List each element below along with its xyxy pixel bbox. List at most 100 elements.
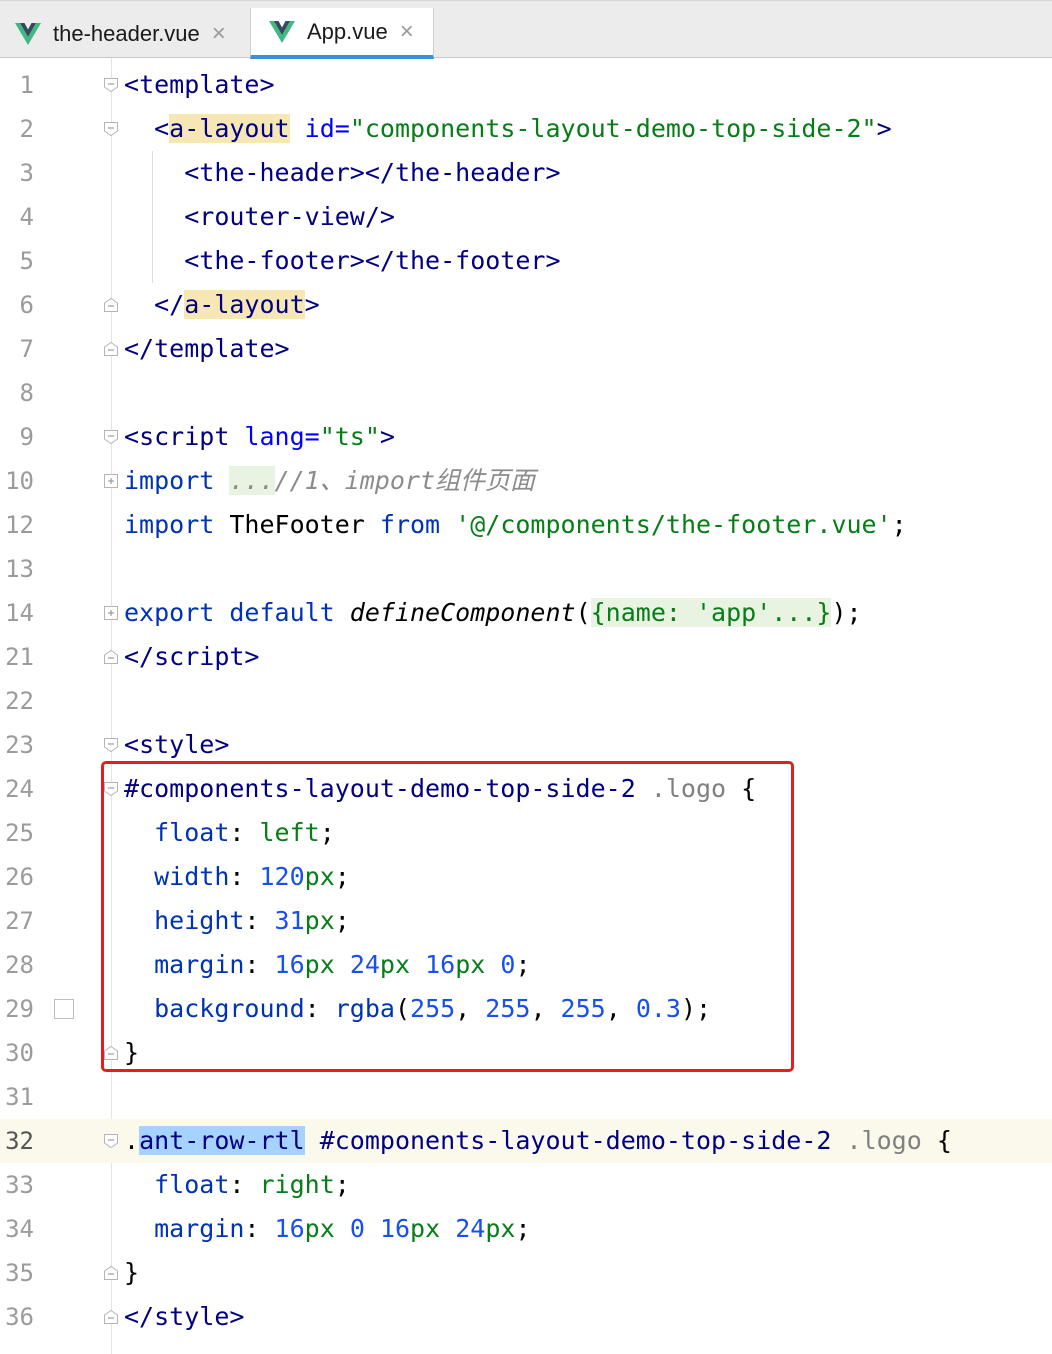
vue-icon xyxy=(15,22,41,45)
line-number: 28 xyxy=(5,951,34,979)
code-line: 31 xyxy=(0,1075,1052,1119)
tab-the-header-vue[interactable]: the-header.vue × xyxy=(0,8,248,59)
fold-open-icon[interactable] xyxy=(103,429,119,445)
indent-guide xyxy=(152,151,153,283)
code-line: 6 </a-layout> xyxy=(0,283,1052,327)
fold-close-icon[interactable] xyxy=(103,1045,119,1061)
code-text: <the-footer></the-footer> xyxy=(184,246,561,275)
code-text: </template> xyxy=(124,334,290,363)
code-line: 24 #components-layout-demo-top-side-2 .l… xyxy=(0,767,1052,811)
close-icon[interactable]: × xyxy=(400,19,414,44)
fold-open-icon[interactable] xyxy=(103,737,119,753)
code-text: float: right; xyxy=(154,1170,350,1199)
fold-expand-icon[interactable] xyxy=(103,605,119,621)
line-number: 14 xyxy=(5,599,34,627)
code-text: export default defineComponent({name: 'a… xyxy=(124,598,862,627)
code-line: 34 margin: 16px 0 16px 24px; xyxy=(0,1207,1052,1251)
code-line: 26 width: 120px; xyxy=(0,855,1052,899)
code-line: 7 </template> xyxy=(0,327,1052,371)
code-text: float: left; xyxy=(154,818,335,847)
line-number: 9 xyxy=(19,423,34,451)
line-number: 4 xyxy=(19,203,34,231)
fold-close-icon[interactable] xyxy=(103,297,119,313)
code-text: <template> xyxy=(124,70,275,99)
code-text: } xyxy=(124,1258,140,1287)
code-text: </script> xyxy=(124,642,260,671)
code-line: 21 </script> xyxy=(0,635,1052,679)
code-line: 12 import TheFooter from '@/components/t… xyxy=(0,503,1052,547)
line-number: 23 xyxy=(5,731,34,759)
code-text: <style> xyxy=(124,730,230,759)
line-number: 27 xyxy=(5,907,34,935)
code-line: 23 <style> xyxy=(0,723,1052,767)
editor-tab-bar: the-header.vue × App.vue × xyxy=(0,0,1052,59)
line-number: 24 xyxy=(5,775,34,803)
line-number: 33 xyxy=(5,1171,34,1199)
code-line: 2 <a-layout id="components-layout-demo-t… xyxy=(0,107,1052,151)
code-line: 27 height: 31px; xyxy=(0,899,1052,943)
tab-label: the-header.vue xyxy=(53,20,200,46)
close-icon[interactable]: × xyxy=(212,21,226,46)
code-text: margin: 16px 24px 16px 0; xyxy=(154,950,531,979)
code-text: </style> xyxy=(124,1302,245,1331)
line-number: 22 xyxy=(5,687,34,715)
code-line: 9 <script lang="ts"> xyxy=(0,415,1052,459)
current-code-line: 32 .ant-row-rtl #components-layout-demo-… xyxy=(0,1119,1052,1163)
code-text: <the-header></the-header> xyxy=(184,158,561,187)
fold-open-icon[interactable] xyxy=(103,1133,119,1149)
line-number: 30 xyxy=(5,1039,34,1067)
code-editor[interactable]: 1 <template> 2 <a-layout id="components-… xyxy=(0,58,1052,1354)
code-text: import ...//1、import组件页面 xyxy=(124,466,535,495)
code-line: 28 margin: 16px 24px 16px 0; xyxy=(0,943,1052,987)
folded-imports[interactable]: ... xyxy=(229,466,275,495)
code-text: } xyxy=(124,1038,140,1067)
folded-component-body[interactable]: {name: 'app'...} xyxy=(590,598,832,627)
code-text: </a-layout> xyxy=(154,290,320,319)
code-line: 1 <template> xyxy=(0,63,1052,107)
tab-label: App.vue xyxy=(307,18,388,44)
code-text: width: 120px; xyxy=(154,862,350,891)
line-number: 6 xyxy=(19,291,34,319)
line-number: 1 xyxy=(19,71,34,99)
line-number: 10 xyxy=(5,467,34,495)
code-line: 36 </style> xyxy=(0,1295,1052,1339)
fold-close-icon[interactable] xyxy=(103,1309,119,1325)
fold-expand-icon[interactable] xyxy=(103,473,119,489)
code-text: <router-view/> xyxy=(184,202,395,231)
line-number: 8 xyxy=(19,379,34,407)
line-number: 25 xyxy=(5,819,34,847)
line-number: 26 xyxy=(5,863,34,891)
line-number: 3 xyxy=(19,159,34,187)
code-line: 25 float: left; xyxy=(0,811,1052,855)
line-number: 36 xyxy=(5,1303,34,1331)
line-number: 34 xyxy=(5,1215,34,1243)
code-line: 3 <the-header></the-header> xyxy=(0,151,1052,195)
code-line: 8 xyxy=(0,371,1052,415)
code-line: 14 export default defineComponent({name:… xyxy=(0,591,1052,635)
vue-icon xyxy=(269,20,295,43)
tab-app-vue[interactable]: App.vue × xyxy=(250,8,434,59)
fold-open-icon[interactable] xyxy=(103,77,119,93)
code-line: 29 background: rgba(255, 255, 255, 0.3); xyxy=(0,987,1052,1031)
line-number: 35 xyxy=(5,1259,34,1287)
line-number: 32 xyxy=(5,1127,34,1155)
code-text: import TheFooter from '@/components/the-… xyxy=(124,510,907,539)
code-text: .ant-row-rtl #components-layout-demo-top… xyxy=(124,1126,952,1155)
line-number: 12 xyxy=(5,511,34,539)
code-line: 35 } xyxy=(0,1251,1052,1295)
fold-open-icon[interactable] xyxy=(103,781,119,797)
code-line: 33 float: right; xyxy=(0,1163,1052,1207)
code-line: 10 import ...//1、import组件页面 xyxy=(0,459,1052,503)
line-number: 7 xyxy=(19,335,34,363)
line-number: 2 xyxy=(19,115,34,143)
fold-close-icon[interactable] xyxy=(103,1265,119,1281)
line-number: 13 xyxy=(5,555,34,583)
color-swatch-icon[interactable] xyxy=(54,999,74,1019)
code-line: 22 xyxy=(0,679,1052,723)
fold-close-icon[interactable] xyxy=(103,341,119,357)
line-number: 21 xyxy=(5,643,34,671)
code-text: background: rgba(255, 255, 255, 0.3); xyxy=(154,994,712,1023)
code-line: 5 <the-footer></the-footer> xyxy=(0,239,1052,283)
fold-open-icon[interactable] xyxy=(103,121,119,137)
fold-close-icon[interactable] xyxy=(103,649,119,665)
